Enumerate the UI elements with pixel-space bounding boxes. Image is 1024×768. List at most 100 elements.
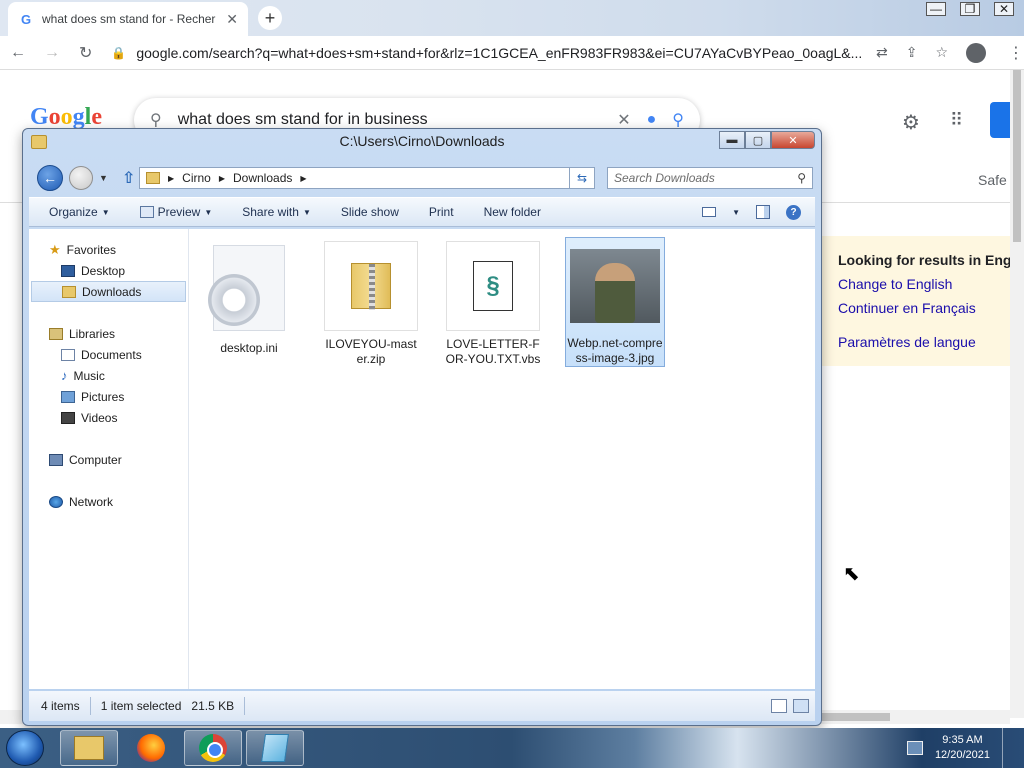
taskbar-firefox-button[interactable] (122, 730, 180, 766)
reload-button[interactable]: ↻ (78, 43, 93, 63)
translate-icon[interactable]: ⇄ (876, 44, 888, 61)
selection-size: 21.5 KB (191, 699, 235, 713)
file-name: ILOVEYOU-master.zip (325, 337, 417, 366)
start-button[interactable] (6, 730, 44, 766)
windows-taskbar: 9:35 AM 12/20/2021 (0, 728, 1024, 768)
nav-libraries[interactable]: Libraries (29, 323, 188, 344)
explorer-close-button[interactable]: ✕ (771, 131, 815, 149)
explorer-minimize-button[interactable]: ▬ (719, 131, 745, 149)
explorer-search-input[interactable]: Search Downloads ⚲ (607, 167, 813, 189)
language-suggestion-panel: Looking for results in Engli Change to E… (822, 236, 1022, 366)
explorer-back-button[interactable]: ← (37, 165, 63, 191)
continue-in-french-link[interactable]: Continuer en Français (838, 300, 1006, 316)
nav-desktop[interactable]: Desktop (29, 260, 188, 281)
breadcrumb-downloads[interactable]: Downloads (233, 171, 292, 185)
folder-icon (74, 736, 104, 760)
libraries-icon (49, 327, 63, 340)
view-options-dropdown-icon[interactable]: ▼ (732, 208, 740, 217)
search-submit-icon[interactable]: ⚲ (672, 110, 684, 130)
nav-videos[interactable]: Videos (29, 407, 188, 428)
taskbar-notepad-button[interactable] (246, 730, 304, 766)
network-tray-icon[interactable] (906, 741, 923, 755)
settings-gear-icon[interactable]: ⚙ (902, 110, 920, 135)
recent-pages-dropdown-icon[interactable]: ▼ (99, 173, 108, 183)
restore-button[interactable]: ❐ (960, 2, 980, 16)
slide-show-button[interactable]: Slide show (341, 205, 399, 219)
browser-toolbar: ← → ↻ 🔒 google.com/search?q=what+does+sm… (0, 36, 1024, 70)
voice-search-icon[interactable]: ● (647, 111, 657, 129)
explorer-body: ★ Favorites Desktop Downloads Libraries D… (29, 229, 815, 689)
chrome-menu-icon[interactable]: ⋮ (1008, 43, 1024, 63)
nav-network[interactable]: Network (29, 491, 188, 512)
explorer-address-bar[interactable]: ▶ Cirno ▶ Downloads ▶ ▼ (139, 167, 591, 189)
preview-pane-icon[interactable] (756, 205, 770, 219)
change-to-english-link[interactable]: Change to English (838, 276, 1006, 292)
tab-close-icon[interactable]: ✕ (226, 11, 238, 28)
organize-menu[interactable]: Organize ▼ (49, 205, 110, 219)
browser-tab[interactable]: G what does sm stand for - Recher ✕ (8, 2, 248, 36)
google-logo[interactable]: Google (30, 104, 102, 131)
minimize-button[interactable]: — (926, 2, 946, 16)
item-count: 4 items (41, 699, 80, 713)
share-with-menu[interactable]: Share with ▼ (242, 205, 311, 219)
clock[interactable]: 9:35 AM 12/20/2021 (935, 733, 990, 763)
nav-computer[interactable]: Computer (29, 449, 188, 470)
back-button[interactable]: ← (10, 44, 26, 62)
search-query[interactable]: what does sm stand for in business (178, 111, 601, 129)
profile-avatar-icon[interactable] (966, 42, 986, 63)
help-icon[interactable]: ? (786, 204, 801, 220)
preview-menu[interactable]: Preview ▼ (139, 205, 212, 219)
print-button[interactable]: Print (429, 205, 454, 219)
breadcrumb-separator-icon[interactable]: ▶ (219, 174, 225, 183)
music-icon: ♪ (61, 368, 68, 383)
settings-file-icon (208, 245, 285, 331)
url-text[interactable]: google.com/search?q=what+does+sm+stand+f… (136, 45, 866, 61)
clock-time: 9:35 AM (942, 734, 983, 746)
page-vertical-scrollbar[interactable] (1010, 70, 1024, 718)
details-view-icon[interactable] (771, 699, 787, 713)
breadcrumb-separator-icon[interactable]: ▶ (168, 174, 174, 183)
taskbar-chrome-button[interactable] (184, 730, 242, 766)
change-view-icon[interactable] (702, 207, 717, 217)
breadcrumb-separator-icon[interactable]: ▶ (300, 174, 306, 183)
explorer-maximize-button[interactable]: ▢ (745, 131, 771, 149)
search-icon[interactable]: ⚲ (797, 171, 806, 185)
nav-downloads[interactable]: Downloads (31, 281, 186, 302)
bookmark-star-icon[interactable]: ☆ (935, 44, 948, 61)
clear-search-icon[interactable]: ✕ (617, 110, 630, 130)
breadcrumb-cirno[interactable]: Cirno (182, 171, 211, 185)
file-item[interactable]: desktop.ini (199, 237, 299, 367)
nav-pictures[interactable]: Pictures (29, 386, 188, 407)
file-item[interactable]: ILOVEYOU-master.zip (321, 237, 421, 367)
explorer-forward-button[interactable] (69, 166, 93, 190)
horizontal-scroll-thumb[interactable] (820, 713, 890, 721)
large-icons-view-icon[interactable] (793, 699, 809, 713)
nav-documents[interactable]: Documents (29, 344, 188, 365)
vertical-scroll-thumb[interactable] (1013, 70, 1021, 242)
language-panel-heading: Looking for results in Engli (838, 252, 1020, 268)
paper-icon (261, 734, 289, 762)
up-folder-icon[interactable]: ⇧ (122, 168, 135, 188)
image-thumbnail (570, 249, 660, 323)
nav-favorites[interactable]: ★ Favorites (29, 239, 188, 260)
lock-icon[interactable]: 🔒 (111, 46, 126, 60)
show-desktop-button[interactable] (1002, 728, 1012, 768)
file-name: Webp.net-compress-image-3.jpg (567, 336, 663, 365)
address-bar[interactable]: 🔒 google.com/search?q=what+does+sm+stand… (111, 39, 948, 67)
new-tab-button[interactable]: + (258, 6, 282, 30)
share-icon[interactable]: ⇪ (906, 44, 918, 61)
close-window-button[interactable]: ✕ (994, 2, 1014, 16)
file-item-selected[interactable]: Webp.net-compress-image-3.jpg (565, 237, 665, 367)
new-folder-button[interactable]: New folder (484, 205, 541, 219)
explorer-nav-buttons: ← ▼ ⇧ (37, 165, 135, 191)
forward-button[interactable]: → (44, 44, 60, 62)
google-apps-icon[interactable]: ⠿ (950, 110, 963, 131)
preview-icon (139, 206, 154, 218)
explorer-refresh-button[interactable]: ⇆ (569, 167, 595, 189)
safesearch-label[interactable]: Safe (978, 172, 1007, 188)
taskbar-explorer-button[interactable] (60, 730, 118, 766)
language-settings-link[interactable]: Paramètres de langue (838, 334, 1006, 350)
nav-music[interactable]: ♪ Music (29, 365, 188, 386)
file-item[interactable]: § LOVE-LETTER-FOR-YOU.TXT.vbs (443, 237, 543, 367)
sign-in-button[interactable] (990, 102, 1010, 138)
